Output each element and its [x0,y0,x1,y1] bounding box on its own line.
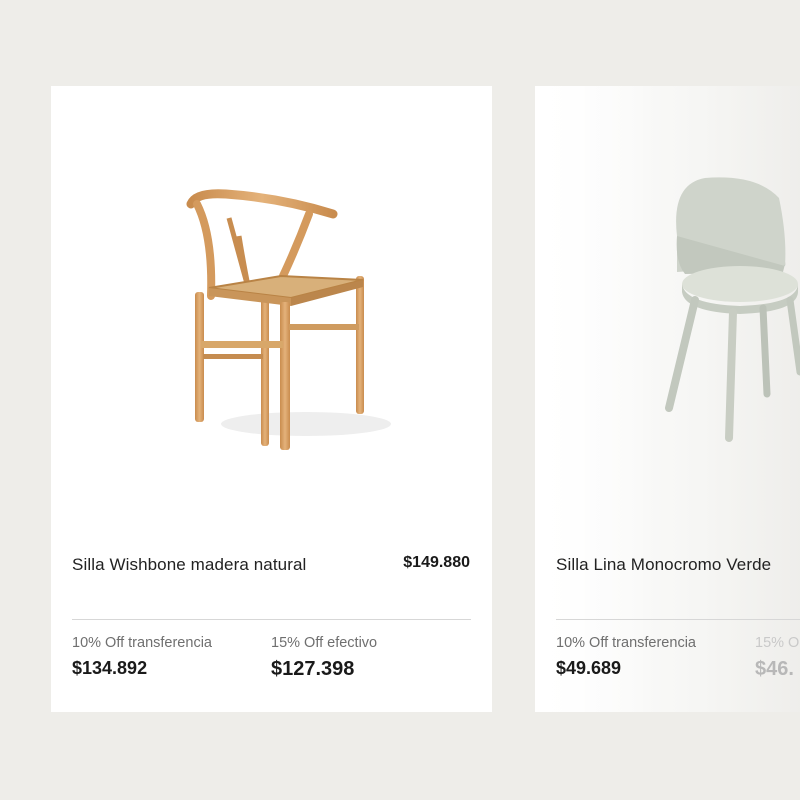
offer-price: $46. [755,658,794,680]
offer-label: 10% Off transferencia [72,635,212,651]
product-card-wishbone[interactable]: Silla Wishbone madera natural $149.880 1… [51,86,492,712]
product-name[interactable]: Silla Lina Monocromo Verde [556,552,796,577]
product-price: $149.880 [403,554,470,571]
wishbone-chair-icon[interactable] [51,86,492,546]
offer-label: 10% Off transferencia [556,635,696,651]
product-card-lina[interactable]: Silla Lina Monocromo Verde 10% Off trans… [535,86,800,712]
offer-label: 15% O [755,635,800,651]
divider [556,619,800,620]
divider [72,619,471,620]
offer-price: $49.689 [556,658,622,678]
offer-cash: 15% Off efectivo $127.398 [271,634,377,681]
product-name[interactable]: Silla Wishbone madera natural [72,552,312,577]
offer-transfer: 10% Off transferencia $134.892 [72,634,212,679]
offer-price: $134.892 [72,658,148,678]
lina-chair-icon[interactable] [535,86,800,546]
offer-label: 15% Off efectivo [271,635,378,651]
offer-price: $127.398 [271,658,355,680]
offer-cash: 15% O $46. [755,634,799,681]
offer-transfer: 10% Off transferencia $49.689 [556,634,696,679]
